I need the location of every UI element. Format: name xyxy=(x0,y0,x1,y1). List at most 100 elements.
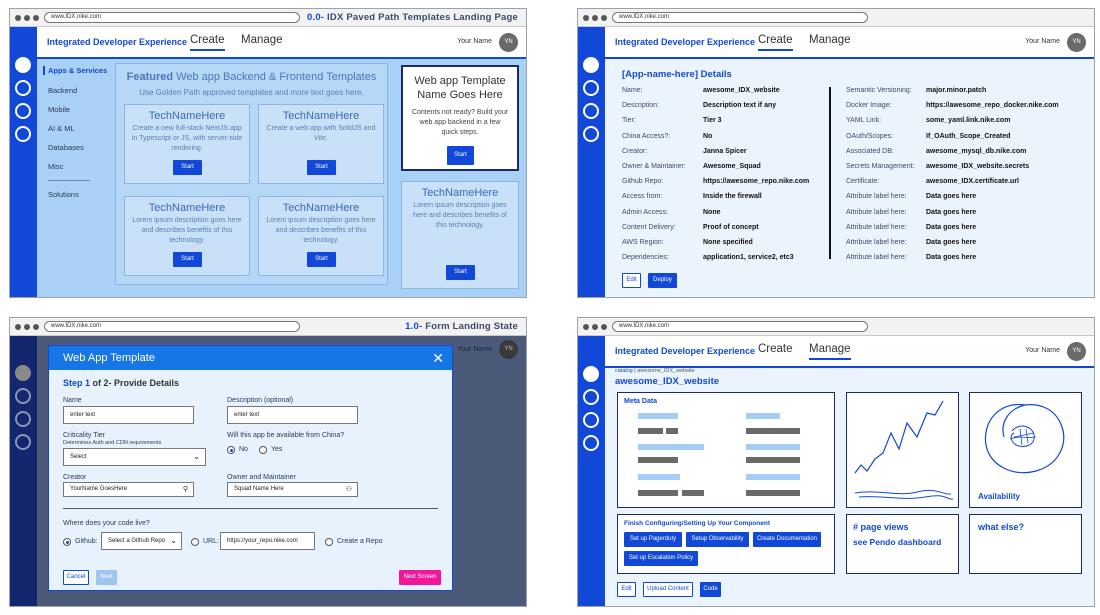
owner-input[interactable]: Squad Name Here ⚇ xyxy=(227,482,358,497)
nav-create[interactable]: Create xyxy=(758,343,793,358)
rail-dot[interactable] xyxy=(583,366,599,382)
rail-dot[interactable] xyxy=(583,80,599,96)
detail-label: Associated DB: xyxy=(846,147,894,155)
template-card[interactable]: TechNameHere Create a web app with Solid… xyxy=(258,104,384,184)
metadata-bar xyxy=(746,474,800,480)
description-input[interactable]: enter text xyxy=(227,406,358,424)
brand-name[interactable]: Integrated Developer Experience xyxy=(615,37,755,47)
next-screen-button[interactable]: Next Screen xyxy=(399,570,441,585)
rail-dot[interactable] xyxy=(583,57,599,73)
pendo-link[interactable]: see Pendo dashboard xyxy=(853,537,941,547)
rail-dot[interactable] xyxy=(583,435,599,451)
tier-select[interactable]: Select ⌄ xyxy=(63,448,206,466)
nav-create[interactable]: Create xyxy=(190,34,225,51)
start-button[interactable]: Start xyxy=(446,265,475,280)
card-desc: Create a web app with SolidJS and Vite. xyxy=(266,125,376,142)
deploy-button[interactable]: Deploy xyxy=(648,273,677,288)
name-input[interactable]: enter text xyxy=(63,406,194,424)
rail-dot[interactable] xyxy=(583,412,599,428)
cancel-button[interactable]: Cancel xyxy=(63,570,89,585)
template-card[interactable]: TechNameHere Lorem ipsum description goe… xyxy=(124,196,250,276)
close-icon[interactable]: ✕ xyxy=(432,350,444,366)
url-bar[interactable]: www.IDX.nike.com xyxy=(44,321,300,332)
github-radio[interactable] xyxy=(63,538,71,546)
side-rail xyxy=(10,336,37,606)
detail-value: awesome_mysql_db.nike.com xyxy=(926,147,1027,155)
setup-observability-button[interactable]: Setup Observability xyxy=(686,532,749,547)
nav-manage[interactable]: Manage xyxy=(241,34,283,49)
side-rail xyxy=(578,336,605,606)
detail-label: Attribute label here: xyxy=(846,254,907,262)
rail-dot[interactable] xyxy=(15,365,31,381)
detail-value: Data goes here xyxy=(926,239,977,246)
upload-content-button[interactable]: Upload Content xyxy=(643,582,693,597)
window-controls[interactable] xyxy=(583,324,609,330)
category-backend[interactable]: Backend xyxy=(48,86,77,95)
detail-label: Secrets Management: xyxy=(846,163,915,170)
breadcrumb-link[interactable]: catalog xyxy=(615,368,633,374)
template-highlight-card[interactable]: Web app Template Name Goes Here Contents… xyxy=(401,65,519,171)
avatar[interactable]: YN xyxy=(499,33,518,52)
url-radio[interactable] xyxy=(191,538,199,546)
next-button[interactable]: Next xyxy=(96,570,117,585)
category-ai-ml[interactable]: AI & ML xyxy=(48,124,75,133)
rail-dot[interactable] xyxy=(15,103,31,119)
card-desc: Lorem ipsum description goes here and de… xyxy=(132,217,242,244)
browser-chrome: www.IDX.nike.com 0.0- IDX Paved Path Tem… xyxy=(10,9,526,27)
window-controls[interactable] xyxy=(15,324,41,330)
category-apps-services[interactable]: Apps & Services xyxy=(43,66,107,75)
china-yes-radio[interactable] xyxy=(259,446,267,454)
setup-escalation-button[interactable]: Set up Escalation Policy xyxy=(624,551,698,566)
template-card[interactable]: TechNameHere Create a new full-stack Nex… xyxy=(124,104,250,184)
window-controls[interactable] xyxy=(15,15,41,21)
avatar[interactable]: YN xyxy=(499,340,518,359)
template-card[interactable]: TechNameHere Lorem ipsum description goe… xyxy=(401,181,519,289)
brand-name[interactable]: Integrated Developer Experience xyxy=(47,37,187,47)
nav-create[interactable]: Create xyxy=(758,34,793,51)
brand-name[interactable]: Integrated Developer Experience xyxy=(615,346,755,356)
config-title: Finish Configuring/Setting Up Your Compo… xyxy=(624,520,770,527)
rail-dot[interactable] xyxy=(15,57,31,73)
detail-value: Awesome_Squad xyxy=(703,163,761,170)
url-bar[interactable]: www.IDX.nike.com xyxy=(44,12,300,23)
nav-manage[interactable]: Manage xyxy=(809,34,851,49)
creator-input[interactable]: YourName GoesHere ⚲ xyxy=(63,482,194,497)
start-button[interactable]: Start xyxy=(173,252,202,267)
rail-dot[interactable] xyxy=(15,126,31,142)
create-repo-radio[interactable] xyxy=(325,538,333,546)
rail-dot[interactable] xyxy=(583,389,599,405)
template-card[interactable]: TechNameHere Lorem ipsum description goe… xyxy=(258,196,384,276)
start-button[interactable]: Start xyxy=(173,160,202,175)
url-bar[interactable]: www.IDX.nike.com xyxy=(612,321,868,332)
setup-pagerduty-button[interactable]: Set up Pagerduty xyxy=(624,532,682,547)
category-misc[interactable]: Misc xyxy=(48,162,63,171)
rail-dot[interactable] xyxy=(15,80,31,96)
metadata-bar xyxy=(746,444,800,450)
code-button[interactable]: Code xyxy=(700,582,721,597)
url-bar[interactable]: www.IDX.nike.com xyxy=(612,12,868,23)
create-documentation-button[interactable]: Create Documentation xyxy=(753,532,821,547)
category-mobile[interactable]: Mobile xyxy=(48,105,70,114)
window-controls[interactable] xyxy=(583,15,609,21)
edit-button[interactable]: Edit xyxy=(617,582,636,597)
details-content: [App-name-here] Details Name: awesome_IDX… xyxy=(605,59,1094,297)
start-button[interactable]: Start xyxy=(307,160,336,175)
category-solutions[interactable]: Solutions xyxy=(48,190,79,199)
start-button[interactable]: Start xyxy=(307,252,336,267)
rail-dot[interactable] xyxy=(15,434,31,450)
detail-label: AWS Region: xyxy=(622,239,664,246)
edit-button[interactable]: Edit xyxy=(622,273,641,288)
github-repo-select[interactable]: Select a Github Repo ⌄ xyxy=(101,532,182,550)
china-no-radio[interactable] xyxy=(227,446,235,454)
detail-label: Dependencies: xyxy=(622,254,669,262)
avatar[interactable]: YN xyxy=(1067,33,1086,52)
url-input[interactable]: https://your_repo.nike.com xyxy=(220,532,315,550)
rail-dot[interactable] xyxy=(583,103,599,119)
nav-manage[interactable]: Manage xyxy=(809,343,851,360)
category-databases[interactable]: Databases xyxy=(48,143,84,152)
start-button[interactable]: Start xyxy=(447,146,474,165)
rail-dot[interactable] xyxy=(15,411,31,427)
avatar[interactable]: YN xyxy=(1067,342,1086,361)
rail-dot[interactable] xyxy=(583,126,599,142)
rail-dot[interactable] xyxy=(15,388,31,404)
